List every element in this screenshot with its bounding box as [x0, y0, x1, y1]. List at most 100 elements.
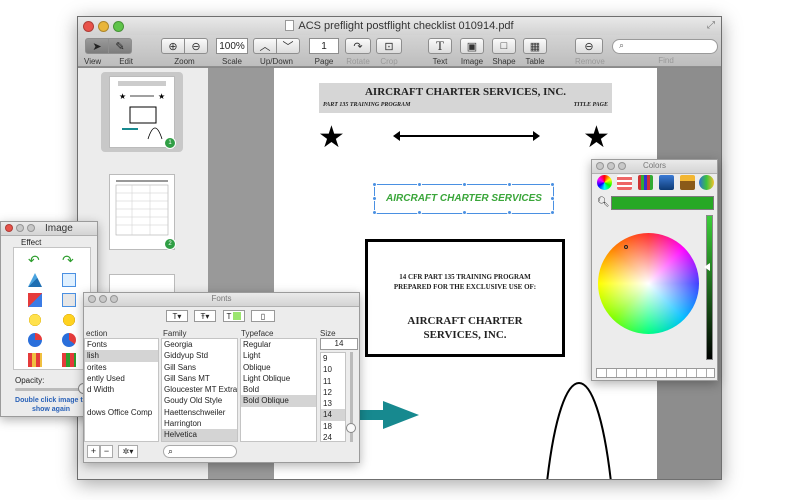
fullscreen-icon[interactable]: ⤢ — [707, 20, 715, 31]
zoom-out-button[interactable]: ⊖ — [184, 38, 208, 54]
title-frame[interactable]: 14 CFR PART 135 TRAINING PROGRAM PREPARE… — [365, 239, 565, 357]
brightness-slider[interactable] — [706, 215, 713, 360]
image-panel-close-button[interactable] — [5, 224, 13, 232]
resize-handle[interactable] — [550, 182, 555, 187]
resize-handle[interactable] — [507, 210, 512, 215]
color-wheel-tab-icon[interactable] — [597, 175, 612, 190]
list-item[interactable]: 9 — [321, 353, 345, 364]
add-collection-button[interactable]: + — [87, 445, 100, 458]
color-sliders-tab-icon[interactable] — [617, 175, 632, 190]
view-button[interactable]: ➤ — [85, 38, 109, 54]
collection-list[interactable]: Fonts lish orites ently Used d Width dow… — [84, 338, 159, 442]
crop-image-icon[interactable] — [62, 293, 76, 307]
star-right-icon[interactable]: ★ — [583, 123, 610, 153]
list-item[interactable] — [85, 395, 158, 406]
list-item[interactable]: 11 — [321, 376, 345, 387]
resize-handle[interactable] — [372, 196, 377, 201]
selected-text-box[interactable]: AIRCRAFT CHARTER SERVICES — [372, 182, 555, 215]
document-color-button[interactable]: ▯ — [251, 310, 275, 322]
color-wheel-cursor[interactable] — [624, 245, 628, 249]
extra-picker-tab-icon[interactable] — [699, 175, 714, 190]
selected-text[interactable]: AIRCRAFT CHARTER SERVICES — [375, 193, 553, 204]
color-wells[interactable] — [596, 368, 715, 378]
resize-handle[interactable] — [507, 182, 512, 187]
crayons-tab-icon[interactable] — [680, 175, 695, 190]
resize-handle[interactable] — [462, 210, 467, 215]
image-panel-zoom-button[interactable] — [27, 224, 35, 232]
saturation-up-icon[interactable] — [62, 353, 76, 367]
list-item[interactable]: Light Oblique — [241, 373, 316, 384]
list-item[interactable]: lish — [85, 350, 158, 362]
list-item[interactable]: 10 — [321, 364, 345, 375]
image-palettes-tab-icon[interactable] — [659, 175, 674, 190]
contrast-up-icon[interactable] — [62, 333, 76, 347]
selected-color-swatch[interactable] — [611, 196, 714, 210]
color-adjust-icon[interactable] — [28, 293, 42, 307]
resize-handle[interactable] — [417, 210, 422, 215]
list-item[interactable]: Georgia — [162, 339, 237, 350]
star-left-icon[interactable]: ★ — [318, 123, 345, 153]
find-search-field[interactable]: ⌕ — [612, 39, 718, 54]
contrast-down-icon[interactable] — [28, 333, 42, 347]
edit-button[interactable]: ✎ — [108, 38, 132, 54]
size-list[interactable]: 9 10 11 12 13 14 18 24 — [320, 352, 346, 442]
list-item[interactable]: orites — [85, 362, 158, 373]
resize-handle[interactable] — [550, 196, 555, 201]
list-item[interactable]: 24 — [321, 432, 345, 441]
list-item[interactable]: Gill Sans MT — [162, 373, 237, 384]
crop-button[interactable]: ⊡ — [376, 38, 402, 54]
page-thumbnail-2[interactable]: 2 — [109, 174, 176, 250]
rotate-button[interactable]: ↷ — [345, 38, 371, 54]
resize-handle[interactable] — [372, 210, 377, 215]
image-panel-minimize-button[interactable] — [16, 224, 24, 232]
list-item[interactable]: Haettenschweiler — [162, 407, 237, 418]
size-field[interactable]: 14 — [320, 338, 358, 350]
list-item[interactable]: dows Office Comp — [85, 407, 158, 418]
double-arrow-shape[interactable] — [393, 131, 540, 141]
list-item[interactable]: Bold — [241, 384, 316, 395]
table-button[interactable]: ▦ — [523, 38, 547, 54]
page-field[interactable]: 1 — [309, 38, 339, 54]
font-search-field[interactable]: ⌕ — [163, 445, 237, 458]
shape-button[interactable]: □ — [492, 38, 516, 54]
remove-collection-button[interactable]: − — [100, 445, 113, 458]
list-item[interactable]: Gloucester MT Extra C — [162, 384, 237, 395]
family-list[interactable]: Georgia Giddyup Std Gill Sans Gill Sans … — [161, 338, 238, 442]
resize-handle[interactable] — [462, 182, 467, 187]
list-item[interactable]: Helvetica — [162, 429, 237, 441]
action-menu-button[interactable]: ✲▾ — [118, 445, 138, 458]
list-item[interactable]: Giddyup Std — [162, 350, 237, 361]
list-item[interactable]: 13 — [321, 398, 345, 409]
resize-handle[interactable] — [372, 182, 377, 187]
flip-horizontal-icon[interactable] — [28, 273, 42, 287]
typeface-list[interactable]: Regular Light Oblique Light Oblique Bold… — [240, 338, 317, 442]
color-palettes-tab-icon[interactable] — [638, 175, 653, 190]
resize-handle[interactable] — [417, 182, 422, 187]
page-up-button[interactable]: ︿ — [253, 38, 277, 54]
list-item[interactable]: Bold Oblique — [241, 395, 316, 407]
list-item[interactable]: 14 — [321, 409, 345, 421]
teal-arrow-shape[interactable] — [359, 401, 421, 431]
brightness-up-icon[interactable] — [62, 313, 76, 327]
color-wheel[interactable] — [598, 233, 699, 334]
zoom-in-button[interactable]: ⊕ — [161, 38, 185, 54]
document-header[interactable]: AIRCRAFT CHARTER SERVICES, INC. PART 135… — [319, 83, 612, 113]
brightness-slider-knob[interactable] — [704, 263, 710, 271]
strikethrough-popup[interactable]: Ŧ▾ — [194, 310, 216, 322]
rotate-right-icon[interactable]: ↷ — [62, 253, 76, 267]
brightness-down-icon[interactable] — [28, 313, 42, 327]
list-item[interactable]: Goudy Old Style — [162, 395, 237, 406]
size-slider-knob[interactable] — [346, 423, 356, 433]
rotate-left-icon[interactable]: ↶ — [28, 253, 42, 267]
text-button[interactable]: T — [428, 38, 452, 54]
list-item[interactable]: Light — [241, 350, 316, 361]
opacity-slider[interactable] — [15, 388, 85, 391]
resize-handle[interactable] — [550, 210, 555, 215]
list-item[interactable]: d Width — [85, 384, 158, 395]
list-item[interactable]: Oblique — [241, 362, 316, 373]
text-color-button[interactable]: T — [223, 310, 245, 322]
list-item[interactable]: 12 — [321, 387, 345, 398]
page-thumbnail-1[interactable]: ★ ★ 1 — [109, 76, 176, 149]
underline-popup[interactable]: T▾ — [166, 310, 188, 322]
scale-field[interactable]: 100% — [216, 38, 248, 54]
